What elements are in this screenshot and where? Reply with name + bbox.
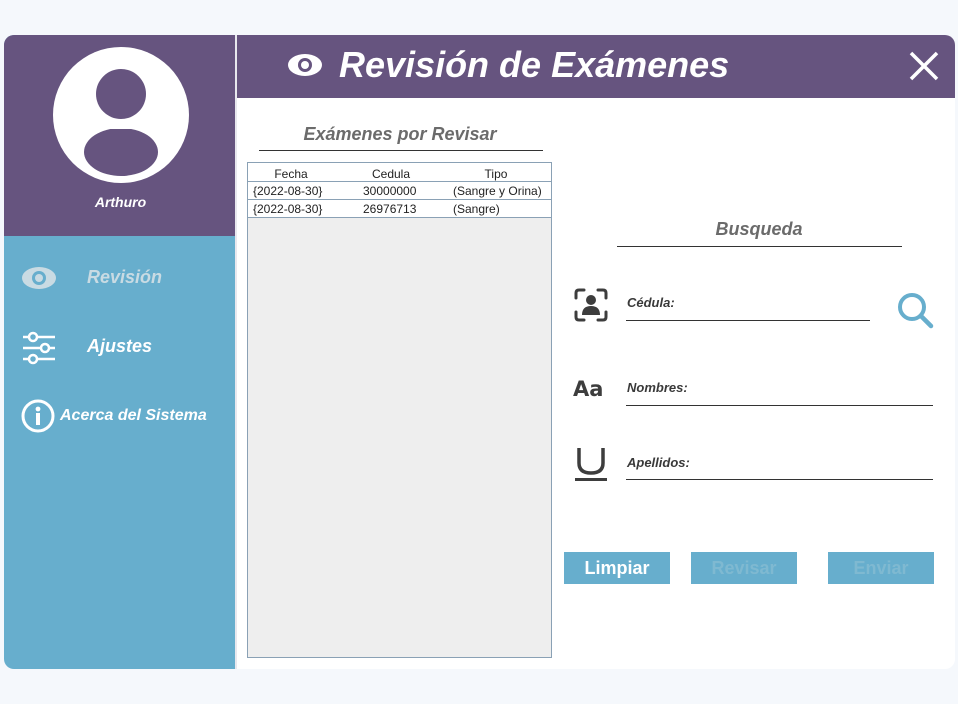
cell-cedula: 26976713: [363, 202, 417, 216]
apellidos-label: Apellidos:: [627, 455, 690, 470]
search-icon[interactable]: [896, 291, 934, 329]
table-row[interactable]: {2022-08-30} 26976713 (Sangre): [248, 199, 551, 218]
svg-text:Aa: Aa: [573, 377, 603, 401]
nombres-field[interactable]: [626, 405, 933, 406]
search-title: Busqueda: [715, 219, 803, 239]
column-header[interactable]: Fecha: [256, 167, 326, 181]
sidebar-divider: [235, 35, 237, 669]
exams-title: Exámenes por Revisar: [303, 124, 497, 144]
exams-table[interactable]: Fecha Cedula Tipo {2022-08-30} 30000000 …: [247, 162, 552, 658]
cedula-field[interactable]: [626, 320, 870, 321]
profile-panel: Arthuro: [4, 35, 235, 236]
review-button[interactable]: Revisar: [691, 552, 797, 584]
cell-fecha: {2022-08-30}: [253, 202, 323, 216]
cedula-label: Cédula:: [627, 295, 675, 310]
text-format-icon: Aa: [573, 377, 603, 401]
username: Arthuro: [94, 194, 147, 210]
sidebar-item-ajustes[interactable]: Ajustes: [4, 325, 235, 369]
column-header[interactable]: Cedula: [356, 167, 426, 181]
exams-title-underline: [259, 150, 543, 151]
table-header: Fecha Cedula Tipo: [248, 163, 551, 181]
app-window: Arthuro Revisión Ajustes Acerca del Sist…: [4, 35, 955, 669]
avatar: [53, 47, 189, 183]
search-title-underline: [617, 246, 902, 247]
eye-icon: [288, 54, 322, 76]
id-card-icon: [574, 288, 608, 322]
eye-icon: [22, 267, 56, 289]
sidebar-item-label: Acerca del Sistema: [60, 407, 207, 424]
sliders-icon: [23, 331, 55, 365]
sidebar-item-label: Ajustes: [87, 336, 153, 356]
nombres-label: Nombres:: [627, 380, 688, 395]
sidebar-item-acerca[interactable]: Acerca del Sistema: [4, 394, 235, 438]
user-icon: [81, 69, 161, 176]
sidebar-item-revision[interactable]: Revisión: [4, 256, 235, 300]
cell-tipo: (Sangre): [453, 202, 500, 216]
page-title: Revisión de Exámenes: [339, 44, 730, 85]
cell-tipo: (Sangre y Orina): [453, 184, 542, 198]
send-button[interactable]: Enviar: [828, 552, 934, 584]
apellidos-field[interactable]: [626, 479, 933, 480]
underline-icon: [575, 448, 607, 481]
info-icon: [21, 399, 55, 433]
header-bar: Revisión de Exámenes: [237, 35, 955, 98]
close-icon[interactable]: [907, 49, 941, 83]
table-row[interactable]: {2022-08-30} 30000000 (Sangre y Orina): [248, 181, 551, 199]
cell-fecha: {2022-08-30}: [253, 184, 323, 198]
clear-button[interactable]: Limpiar: [564, 552, 670, 584]
column-header[interactable]: Tipo: [461, 167, 531, 181]
sidebar-item-label: Revisión: [87, 267, 163, 287]
cell-cedula: 30000000: [363, 184, 417, 198]
